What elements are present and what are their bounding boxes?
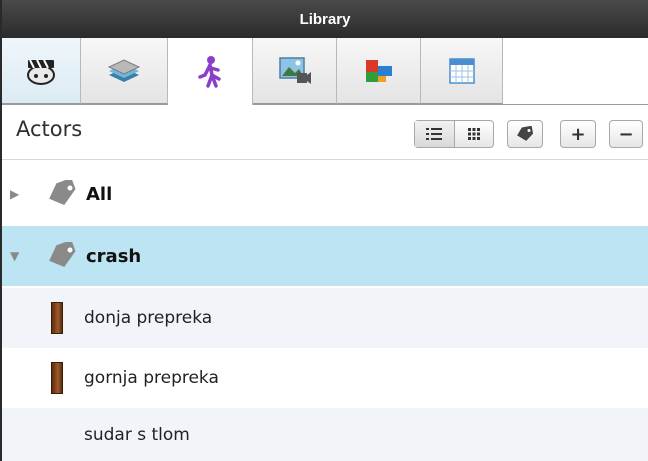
tag-icon	[517, 126, 534, 141]
list-item-actor[interactable]: gornja prepreka	[2, 348, 648, 408]
section-title: Actors	[16, 117, 83, 141]
tree-group-label: All	[86, 183, 113, 205]
window-title: Library	[2, 0, 648, 38]
tab-tiles[interactable]	[337, 38, 421, 104]
scenes-layers-icon	[107, 58, 141, 82]
tag-icon	[49, 180, 76, 205]
tree-group-crash[interactable]: ▼ crash	[2, 226, 648, 286]
list-item-actor[interactable]: sudar s tlom	[2, 408, 648, 461]
tag-icon	[49, 242, 76, 267]
view-mode-toggle	[414, 120, 494, 148]
grid-view-button[interactable]	[455, 121, 494, 147]
expand-arrow-icon[interactable]: ▶	[10, 187, 19, 201]
actor-sprite-thumbnail	[51, 302, 63, 334]
add-button[interactable]: +	[560, 120, 596, 148]
tab-scenes[interactable]	[81, 38, 168, 104]
tree-group-all[interactable]: ▶ All	[2, 164, 648, 224]
media-icon	[278, 56, 311, 84]
tree-group-label: crash	[86, 245, 142, 267]
actor-label: gornja prepreka	[84, 368, 219, 388]
grid-view-icon	[467, 128, 480, 140]
library-tabbar	[2, 38, 648, 105]
tables-icon	[448, 57, 475, 84]
tab-media[interactable]	[253, 38, 337, 104]
actors-figure-icon	[198, 55, 221, 88]
remove-button[interactable]: −	[609, 120, 643, 148]
library-panel: Library Actors + − ▶ All ▼ crash donja p…	[0, 0, 648, 461]
actor-label: sudar s tlom	[84, 424, 190, 445]
list-view-button[interactable]	[415, 121, 455, 147]
collapse-arrow-icon[interactable]: ▼	[10, 249, 19, 263]
tag-button[interactable]	[507, 120, 543, 148]
actors-toolbar: Actors + −	[2, 105, 648, 160]
tab-game[interactable]	[2, 38, 81, 104]
actor-label: donja prepreka	[84, 308, 213, 328]
actor-sprite-thumbnail	[51, 362, 63, 394]
tab-tables[interactable]	[421, 38, 503, 104]
list-view-icon	[426, 128, 443, 140]
tab-actors[interactable]	[168, 38, 253, 105]
tiles-icon	[365, 59, 392, 82]
list-item-actor[interactable]: donja prepreka	[2, 288, 648, 348]
game-center-icon	[27, 59, 55, 85]
